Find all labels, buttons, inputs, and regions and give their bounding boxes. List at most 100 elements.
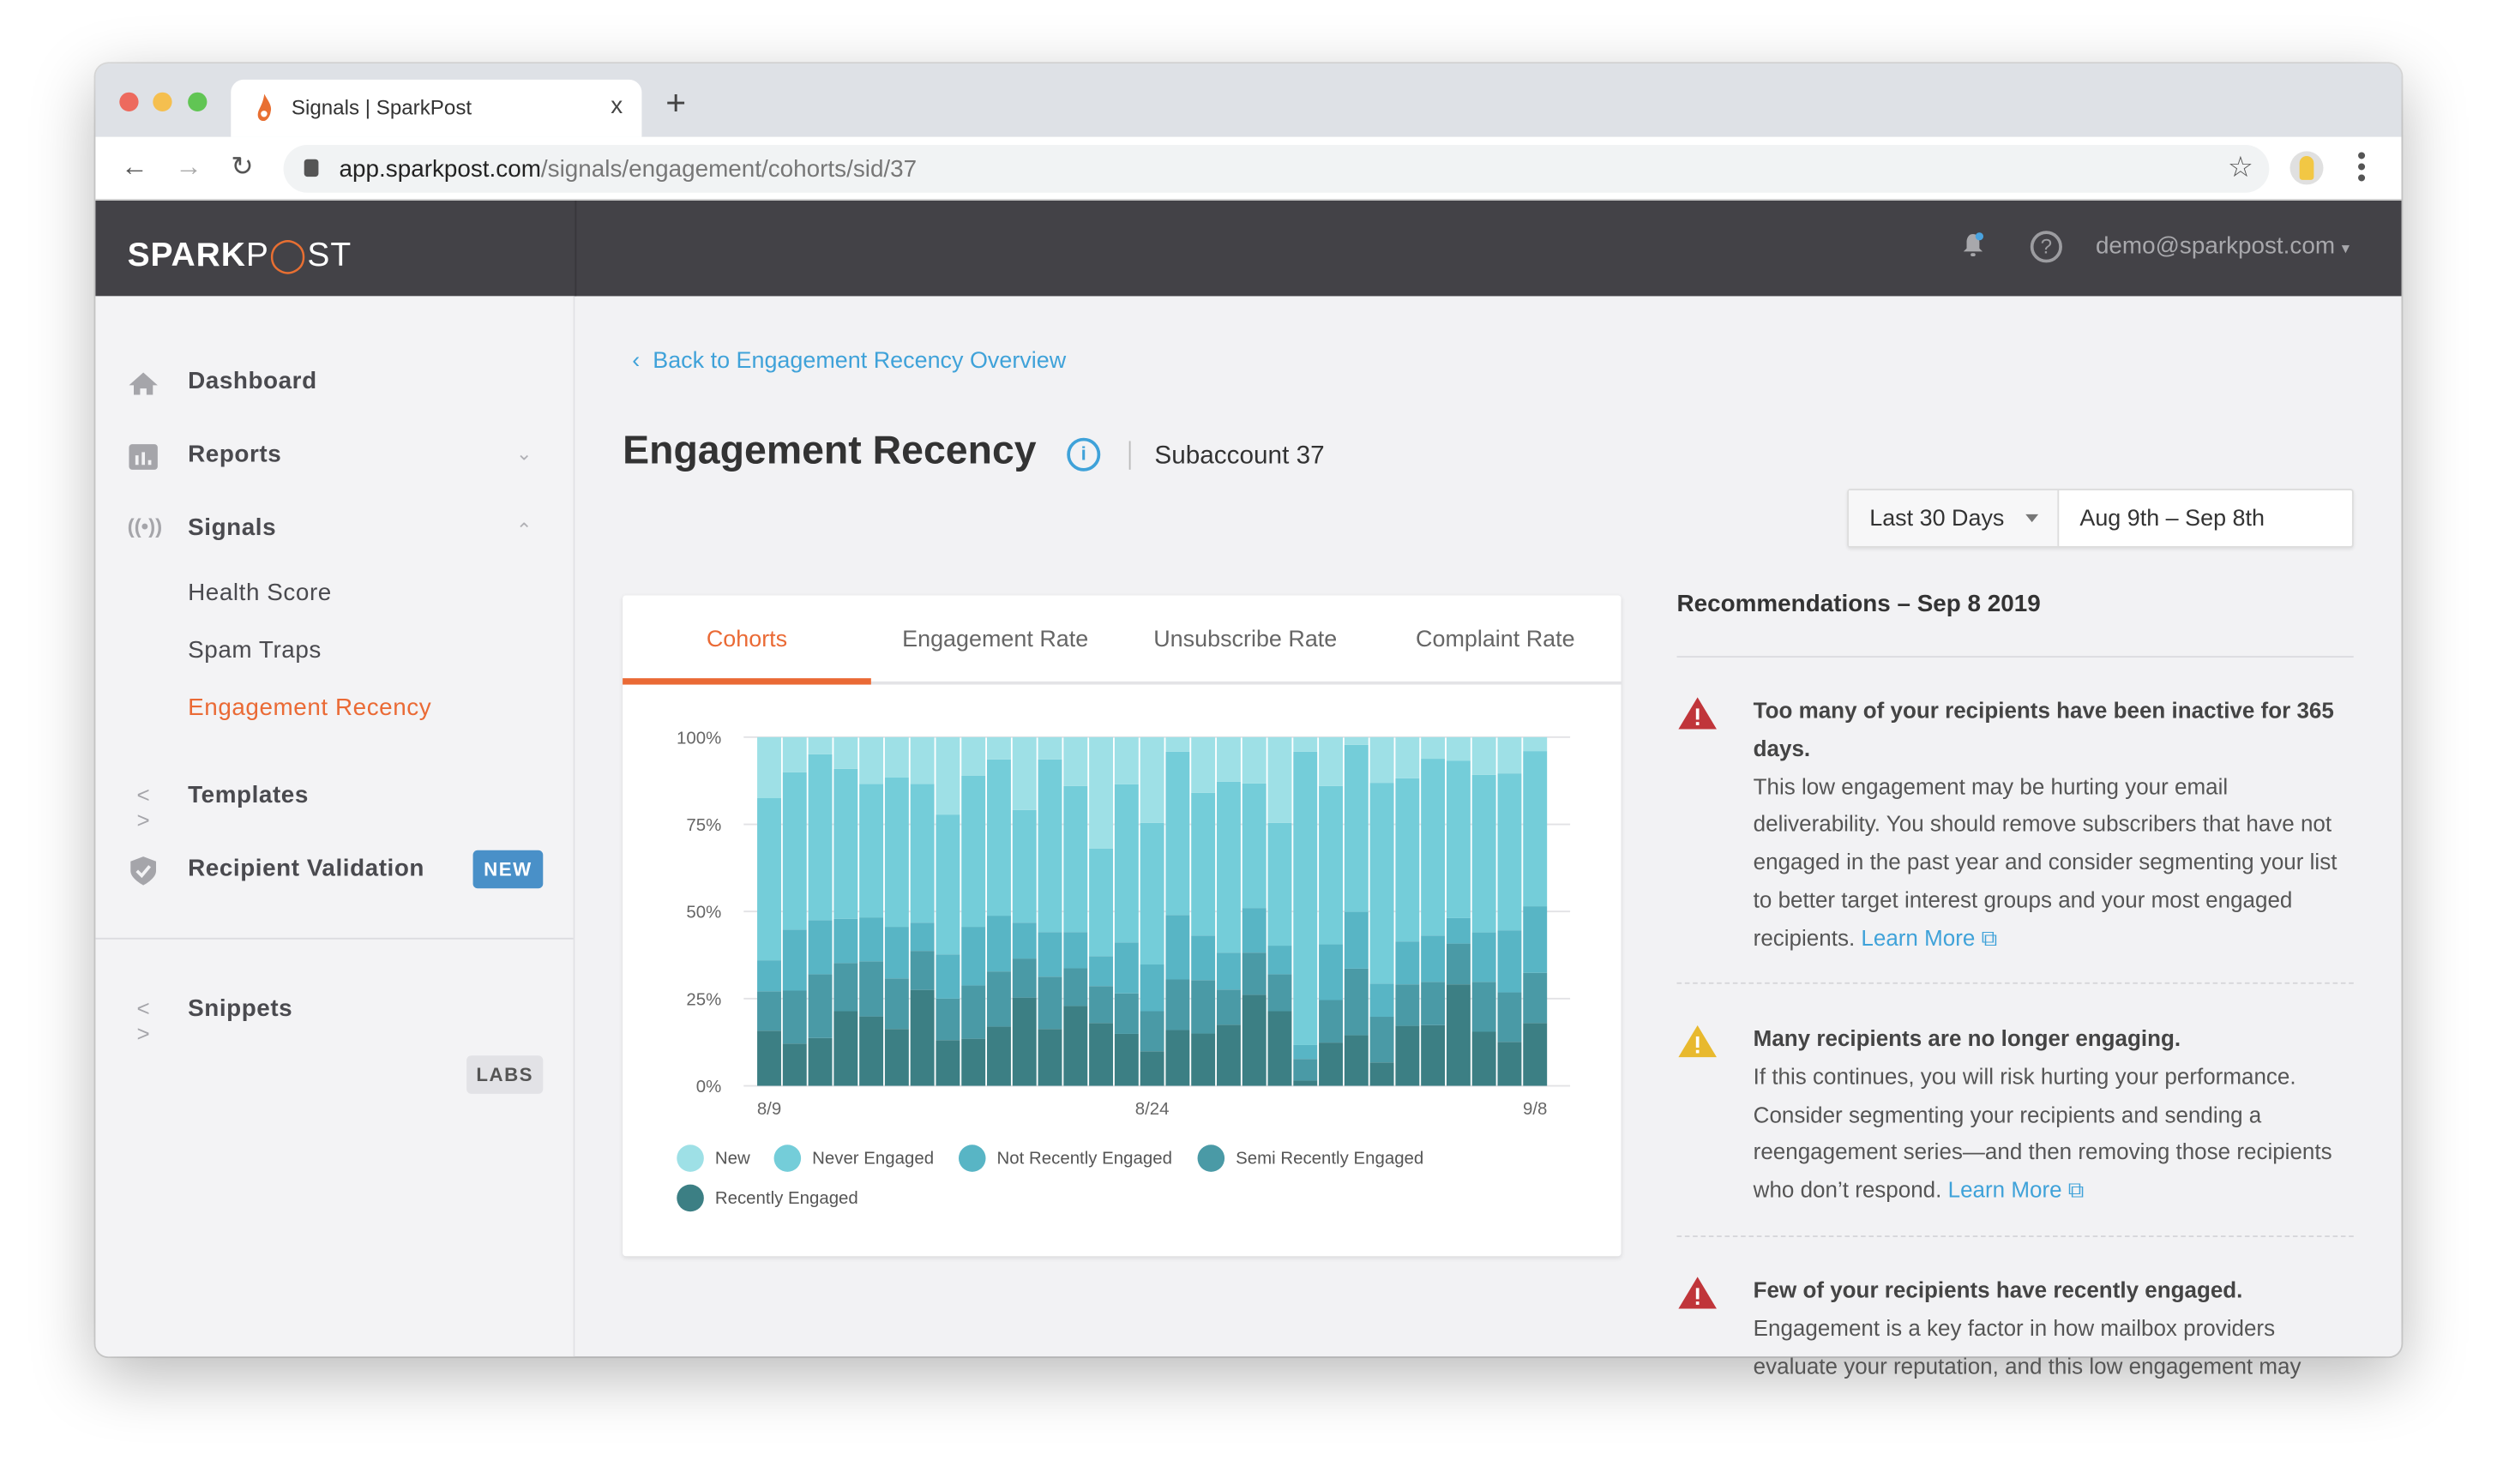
main-content: ‹ Back to Engagement Recency Overview En… [576,296,2401,1378]
bar-segment [1216,736,1241,782]
learn-more-link[interactable]: Learn More ⧉ [1948,1177,2085,1203]
tab-close-icon[interactable]: x [611,93,623,120]
chevron-down-icon[interactable]: ⌄ [516,442,532,465]
new-badge: NEW [472,850,544,889]
bar-segment [1497,1042,1522,1086]
active-tab-indicator [623,678,871,685]
bar-segment [1319,1042,1343,1086]
title-divider [1128,441,1131,470]
bar-segment [1038,759,1062,933]
bar-segment [1421,935,1446,982]
browser-menu-icon[interactable]: • • • [2357,144,2367,192]
code-brackets-icon: < > [136,994,150,1047]
close-window-button[interactable] [119,92,139,111]
sidebar-item-spam-traps[interactable]: Spam Traps [188,637,322,664]
bar-segment [1038,1029,1062,1086]
maximize-window-button[interactable] [188,92,208,111]
tab-engagement-rate[interactable]: Engagement Rate [871,628,1120,653]
bar-segment [1242,783,1267,909]
recommendations-title: Recommendations – Sep 8 2019 [1676,590,2041,618]
tab-unsubscribe-rate[interactable]: Unsubscribe Rate [1121,628,1369,653]
range-select[interactable]: Last 30 Days [1849,490,2060,546]
forward-arrow-icon[interactable]: → [175,151,202,183]
back-link[interactable]: ‹ Back to Engagement Recency Overview [632,349,1066,375]
bar-segment [987,736,1011,760]
signal-broadcast-icon: ((•)) [127,514,163,538]
chevron-left-icon: ‹ [632,348,641,375]
help-icon[interactable]: ? [2030,231,2062,263]
sparkpost-logo[interactable]: SPARKP◯ST [128,236,352,275]
back-arrow-icon[interactable]: ← [121,151,148,183]
sidebar-item-health-score[interactable]: Health Score [188,580,332,607]
bar-segment [1344,1035,1369,1086]
bar-segment [1114,942,1139,994]
reload-icon[interactable]: ↻ [231,151,253,183]
bar-segment [782,929,807,991]
bar-segment [808,920,833,975]
url-input[interactable]: app.sparkpost.com/signals/engagement/coh… [283,144,2270,193]
bar-segment [910,736,935,784]
bar-segment [1319,1000,1343,1043]
minimize-window-button[interactable] [153,92,172,111]
chart-card: Cohorts Engagement Rate Unsubscribe Rate… [623,595,1622,1257]
bar-segment [859,784,884,918]
sidebar-item-snippets[interactable]: Snippets [188,995,292,1023]
bar-chart-icon [129,444,158,470]
bar-segment [1395,984,1420,1026]
bar-segment [1191,980,1216,1034]
bar-segment [1114,993,1139,1034]
recommendation-heading: Few of your recipients have recently eng… [1753,1277,2243,1303]
learn-more-link[interactable]: Learn More ⧉ [1861,925,1997,951]
danger-triangle-icon [1678,1277,1717,1309]
recommendation-divider [1676,982,2354,984]
bar-segment [1523,751,1548,907]
notifications-bell-icon[interactable] [1962,232,1984,258]
sidebar-item-signals[interactable]: Signals [188,514,276,542]
x-tick-label: 8/9 [757,1100,781,1119]
bar-segment [1319,944,1343,1000]
external-link-icon: ⧉ [1981,924,1998,951]
bar-segment [961,927,986,986]
new-tab-button[interactable]: + [665,85,686,121]
bar-segment [1191,935,1216,981]
browser-tab[interactable]: Signals | SparkPost x [231,79,642,137]
bar-segment [757,798,781,961]
legend-label: New [714,1149,750,1169]
sidebar-item-reports[interactable]: Reports [188,441,281,468]
user-menu[interactable]: demo@sparkpost.com ▾ [2096,232,2350,260]
chevron-up-icon[interactable]: ⌃ [516,519,532,541]
sidebar-item-dashboard[interactable]: Dashboard [188,368,317,395]
bar-segment [1063,932,1088,969]
bar-segment [987,916,1011,972]
sidebar-item-engagement-recency[interactable]: Engagement Recency [188,694,431,722]
bar-segment [1216,1024,1241,1086]
date-range-input[interactable]: Aug 9th – Sep 8th [2079,507,2265,532]
bookmark-star-icon[interactable]: ☆ [2228,151,2253,184]
tab-cohorts[interactable]: Cohorts [623,628,871,653]
bar-segment [1471,774,1496,933]
bar-segment [1421,736,1446,760]
bar-segment [1012,958,1037,998]
sidebar-item-recipient-validation[interactable]: Recipient Validation [188,855,424,882]
bar-segment [1089,956,1114,987]
info-icon[interactable]: i [1067,437,1101,472]
profile-avatar[interactable] [2289,151,2324,185]
tab-complaint-rate[interactable]: Complaint Rate [1371,628,1620,653]
bar-segment [1242,994,1267,1086]
bar-segment [1471,932,1496,982]
legend-label: Not Recently Engaged [996,1149,1172,1169]
bar-segment [1446,984,1471,1086]
bar-segment [1216,781,1241,953]
bar-segment [1140,736,1164,823]
recommendation-heading: Too many of your recipients have been in… [1753,697,2334,761]
bar-segment [1165,915,1190,980]
sidebar-item-templates[interactable]: Templates [188,782,309,809]
bar-segment [910,922,935,952]
bar-segment [1216,989,1241,1025]
bar-segment [1038,932,1062,977]
bar-segment [1421,982,1446,1025]
bar-segment [859,1016,884,1086]
bar-segment [1446,917,1471,944]
legend-label: Recently Engaged [714,1189,858,1209]
bar-segment [1369,1017,1394,1063]
